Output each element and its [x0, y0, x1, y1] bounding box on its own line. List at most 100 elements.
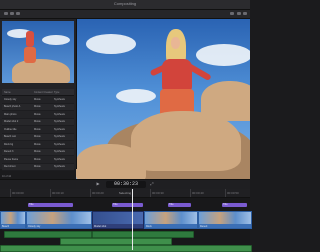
- video-clip[interactable]: Beach: [0, 211, 26, 229]
- rock: [201, 81, 250, 121]
- table-row[interactable]: Red shoot Movie Synthesis: [2, 163, 74, 171]
- viewer[interactable]: [76, 19, 250, 179]
- subject-pants: [24, 47, 36, 63]
- ruler-tick: 00:00:00: [10, 189, 24, 197]
- cloud: [196, 44, 250, 66]
- library-icon[interactable]: [4, 12, 8, 15]
- connected-clip[interactable]: Title: [222, 203, 247, 207]
- filmstrip: [1, 212, 25, 224]
- media-icon[interactable]: [16, 12, 20, 15]
- browser-panel: Name Content Created Type Cloudy sky Movi…: [0, 19, 77, 178]
- table-row[interactable]: Beach photo A Movie Synthesis: [2, 103, 74, 111]
- play-icon[interactable]: ▶: [96, 182, 100, 186]
- browser-preview[interactable]: [2, 21, 74, 83]
- filmstrip: [93, 212, 143, 224]
- video-clip[interactable]: Rock: [144, 211, 198, 229]
- cell: Synthesis: [54, 142, 65, 146]
- cell: Beach rest: [4, 135, 16, 139]
- toolbar: [0, 10, 250, 19]
- filmstrip: [27, 212, 91, 224]
- table-row[interactable]: Cloudy sky Movie Synthesis: [2, 96, 74, 104]
- connected-clip[interactable]: Title: [168, 203, 191, 207]
- music-clip[interactable]: [0, 245, 252, 252]
- cell: Rock bg: [4, 142, 14, 146]
- connected-clip[interactable]: Title: [28, 203, 73, 207]
- video-clip[interactable]: Model shot: [92, 211, 144, 229]
- cell: Movie: [34, 142, 41, 146]
- video-clip[interactable]: Cloudy sky: [26, 211, 92, 229]
- cell: Movie: [34, 157, 41, 161]
- cell: Desert 3: [4, 150, 14, 154]
- cell: Outline title: [4, 127, 17, 131]
- subject-top: [162, 59, 192, 91]
- cell: Pause frame: [4, 157, 19, 161]
- cell: Synthesis: [54, 135, 65, 139]
- clip-label: Model shot: [94, 225, 107, 228]
- cell: Movie: [34, 120, 41, 124]
- browser-icon[interactable]: [10, 12, 14, 15]
- rock: [76, 144, 146, 179]
- cell: Synthesis: [54, 150, 65, 154]
- cell: Movie: [34, 97, 41, 101]
- ruler-tick: 00:00:40: [190, 189, 204, 197]
- share-icon[interactable]: [237, 12, 241, 15]
- clip-label: Rock: [146, 225, 152, 228]
- fullscreen-icon[interactable]: ⤢: [150, 182, 154, 186]
- cell: Synthesis: [54, 165, 65, 169]
- table-row[interactable]: Outline title Movie Synthesis: [2, 126, 74, 134]
- clip-table: Name Content Created Type Cloudy sky Movi…: [2, 89, 74, 171]
- table-row[interactable]: Model shot 2 Movie Synthesis: [2, 118, 74, 126]
- cell: Synthesis: [54, 120, 65, 124]
- settings-icon[interactable]: [243, 12, 247, 15]
- table-row[interactable]: Beach rest Movie Synthesis: [2, 133, 74, 141]
- cell: Cloudy sky: [4, 97, 17, 101]
- cell: Movie: [34, 150, 41, 154]
- timeline-ruler[interactable]: 00:00:00 00:00:10 00:00:20 Selecting 00:…: [0, 189, 250, 198]
- cell: Model shot 2: [4, 120, 19, 124]
- cell: Beach photo A: [4, 105, 21, 109]
- cell: Movie: [34, 105, 41, 109]
- filmstrip: [145, 212, 197, 224]
- cloud: [116, 89, 156, 103]
- cell: Synthesis: [54, 112, 65, 116]
- audio-clip[interactable]: [60, 238, 172, 245]
- ruler-tick: 00:00:10: [50, 189, 64, 197]
- table-header: Name Content Created Type: [2, 89, 74, 96]
- ruler-tick: 00:00:20: [90, 189, 104, 197]
- cell: Movie: [34, 165, 41, 169]
- audio-clip[interactable]: [92, 231, 194, 238]
- cell: Synthesis: [54, 157, 65, 161]
- clip-label: Desert: [200, 225, 208, 228]
- cell: Synthesis: [54, 105, 65, 109]
- subject: [26, 31, 34, 47]
- timeline[interactable]: Title Title Title Title Beach Cloudy sky…: [0, 198, 252, 252]
- cell: Movie: [34, 127, 41, 131]
- table-row[interactable]: Pause frame Movie Synthesis: [2, 156, 74, 164]
- cell: Main photo: [4, 112, 17, 116]
- audio-clip[interactable]: [4, 231, 92, 238]
- title-bar: Compositing: [0, 0, 250, 10]
- timeline-mode-label: Selecting: [118, 191, 132, 195]
- video-clip[interactable]: Desert: [198, 211, 252, 229]
- filmstrip: [199, 212, 251, 224]
- table-row[interactable]: Main photo Movie Synthesis: [2, 111, 74, 119]
- connected-clip[interactable]: Title: [112, 203, 143, 207]
- subject-face: [171, 37, 180, 49]
- inspector-toggle-icon[interactable]: [230, 12, 234, 15]
- cloud: [42, 35, 70, 45]
- table-row[interactable]: Desert 3 Movie Synthesis: [2, 148, 74, 156]
- rock: [12, 59, 70, 83]
- column-header[interactable]: Name: [2, 91, 34, 94]
- cell: Movie: [34, 135, 41, 139]
- cell: Red shoot: [4, 165, 16, 169]
- column-header[interactable]: Type: [54, 91, 74, 94]
- timecode-display[interactable]: 00:30:23: [106, 181, 146, 188]
- table-row[interactable]: Rock bg Movie Synthesis: [2, 141, 74, 149]
- cell: Synthesis: [54, 127, 65, 131]
- cloud: [86, 34, 136, 54]
- cell: Synthesis: [54, 97, 65, 101]
- playhead[interactable]: [132, 189, 133, 250]
- column-header[interactable]: Content Created: [34, 91, 54, 94]
- ruler-tick: 00:00:30: [150, 189, 164, 197]
- ruler-tick: 00:00:50: [225, 189, 239, 197]
